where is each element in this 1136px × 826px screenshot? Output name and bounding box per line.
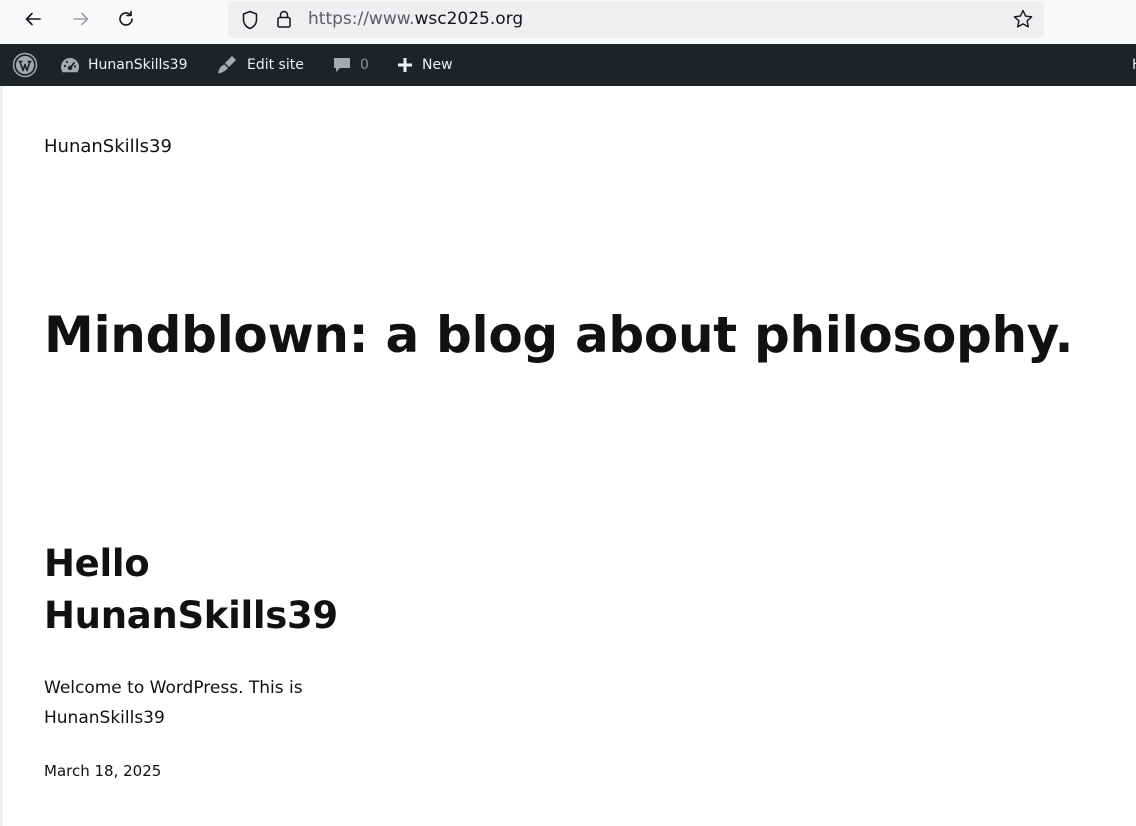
my-account-menu[interactable]: H [1132,44,1136,86]
post-date: March 18, 2025 [44,762,162,780]
dashboard-gauge-icon [61,57,80,73]
url-host: wsc2025.org [414,9,524,29]
edit-site-button[interactable]: Edit site [216,44,304,86]
address-bar[interactable]: https://www.wsc2025.org [228,1,1044,38]
brush-icon [218,56,236,74]
edit-site-label: Edit site [247,57,304,73]
comments-count: 0 [360,57,369,73]
lock-icon[interactable] [274,8,294,34]
wp-logo-menu[interactable] [12,44,45,86]
forward-button[interactable] [66,4,96,34]
back-icon [25,12,41,26]
new-content-menu[interactable]: New [395,44,453,86]
my-account-label: H [1132,57,1136,73]
wordpress-logo-icon [12,52,38,78]
post-title[interactable]: Hello HunanSkills39 [44,538,364,642]
site-name-menu[interactable]: HunanSkills39 [59,44,188,86]
reload-icon [119,10,133,26]
post-excerpt: Welcome to WordPress. This is HunanSkill… [44,678,303,728]
new-label: New [422,57,453,73]
browser-toolbar: https://www.wsc2025.org [0,0,1136,44]
wp-admin-bar: HunanSkills39 Edit site 0 New H [0,44,1136,86]
reload-button[interactable] [111,4,141,34]
comment-bubble-icon [334,58,350,72]
site-title[interactable]: HunanSkills39 [44,136,172,157]
site-tagline: Mindblown: a blog about philosophy. [44,306,1074,364]
site-name-label: HunanSkills39 [88,57,188,73]
comments-menu[interactable]: 0 [331,44,369,86]
back-button[interactable] [18,4,48,34]
forward-icon [73,12,89,26]
page-left-edge [0,86,3,826]
url-scheme: https://www. [308,9,415,29]
shield-icon[interactable] [240,9,260,35]
url-text[interactable]: https://www.wsc2025.org [308,9,523,29]
plus-icon [398,58,412,72]
bookmark-star-icon[interactable] [1012,8,1034,34]
